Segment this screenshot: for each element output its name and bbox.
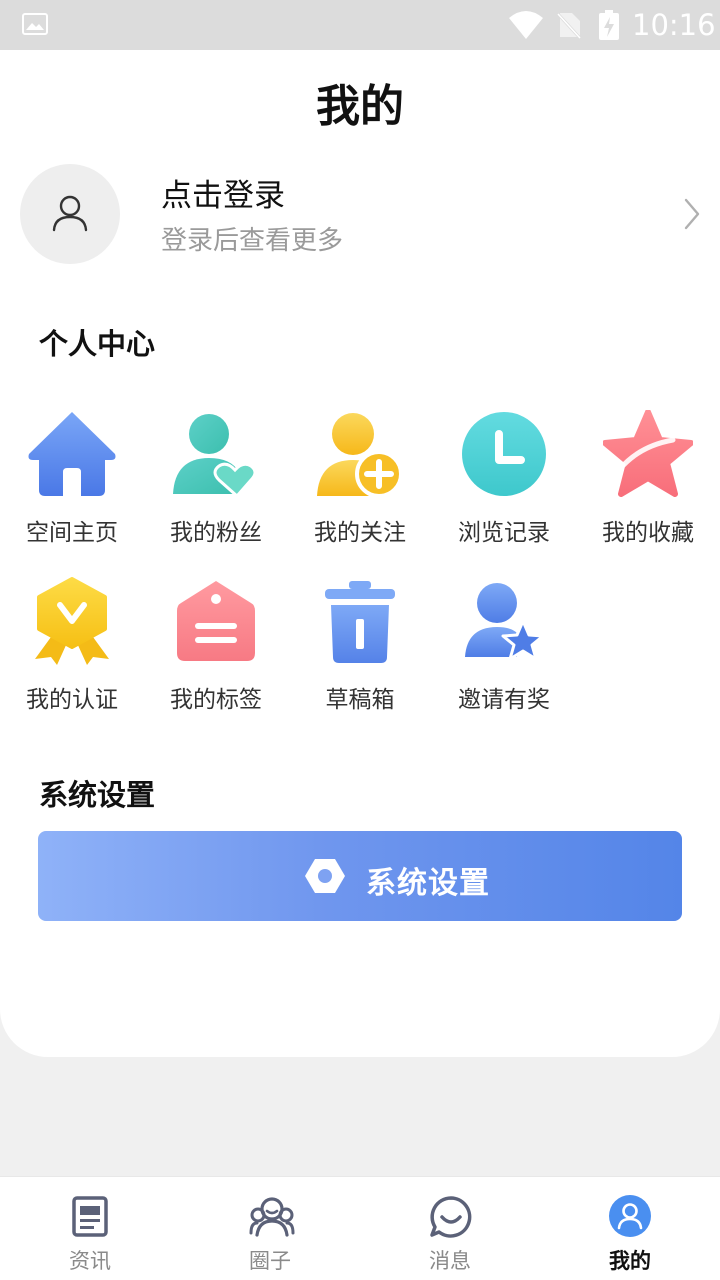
system-settings-button[interactable]: 系统设置 xyxy=(38,831,682,921)
grid-item-follow[interactable]: 我的关注 xyxy=(288,410,432,560)
nav-label: 资讯 xyxy=(69,1249,111,1273)
status-time: 10:16 xyxy=(632,8,716,42)
nav-label: 我的 xyxy=(609,1249,651,1273)
trash-icon xyxy=(325,581,395,663)
grid-item-invite[interactable]: 邀请有奖 xyxy=(432,577,576,727)
grid-label: 我的认证 xyxy=(26,687,118,713)
no-sim-icon xyxy=(556,12,582,39)
grid-label: 我的关注 xyxy=(314,520,406,546)
chevron-right-icon xyxy=(684,198,700,230)
message-icon xyxy=(430,1196,472,1238)
nav-tab-circle[interactable]: 圈子 xyxy=(180,1177,360,1280)
grid-label: 我的收藏 xyxy=(602,520,694,546)
nav-tab-news[interactable]: 资讯 xyxy=(0,1177,180,1280)
nav-label: 圈子 xyxy=(249,1249,291,1273)
user-icon xyxy=(52,195,88,232)
grid-label: 空间主页 xyxy=(26,520,118,546)
star-icon xyxy=(603,410,693,497)
grid-item-fans[interactable]: 我的粉丝 xyxy=(144,410,288,560)
clock-icon xyxy=(462,412,546,496)
grid-label: 我的标签 xyxy=(170,687,262,713)
bottom-nav: 资讯 圈子 消息 我的 xyxy=(0,1176,720,1280)
section-title-system: 系统设置 xyxy=(39,778,156,812)
grid-item-favorites[interactable]: 我的收藏 xyxy=(576,410,720,560)
grid-item-tags[interactable]: 我的标签 xyxy=(144,577,288,727)
login-title: 点击登录 xyxy=(161,178,285,214)
profile-icon xyxy=(609,1195,651,1237)
wifi-icon xyxy=(509,11,543,39)
login-subtitle: 登录后查看更多 xyxy=(161,226,344,256)
grid-item-certification[interactable]: 我的认证 xyxy=(0,577,144,727)
battery-charging-icon xyxy=(599,10,619,40)
invite-icon xyxy=(465,583,545,661)
avatar[interactable] xyxy=(20,164,120,264)
home-icon xyxy=(28,412,116,496)
status-bar: 10:16 xyxy=(0,0,720,50)
tag-icon xyxy=(177,581,255,661)
system-settings-label: 系统设置 xyxy=(366,866,490,901)
hexagon-nut-icon xyxy=(305,859,345,893)
nav-tab-mine[interactable]: 我的 xyxy=(540,1177,720,1280)
group-icon xyxy=(249,1197,295,1237)
grid-item-history[interactable]: 浏览记录 xyxy=(432,410,576,560)
page-title: 我的 xyxy=(316,81,404,132)
follow-icon xyxy=(317,413,403,498)
grid-item-drafts[interactable]: 草稿箱 xyxy=(288,577,432,727)
grid-item-space-home[interactable]: 空间主页 xyxy=(0,410,144,560)
badge-icon xyxy=(35,577,109,665)
section-title-personal: 个人中心 xyxy=(39,327,156,361)
grid-label: 浏览记录 xyxy=(458,520,550,546)
login-row[interactable]: 点击登录 登录后查看更多 xyxy=(0,162,720,266)
grid-label: 草稿箱 xyxy=(325,687,395,713)
nav-label: 消息 xyxy=(429,1249,471,1273)
fans-icon xyxy=(173,414,257,499)
grid-label: 我的粉丝 xyxy=(170,520,262,546)
grid-label: 邀请有奖 xyxy=(458,687,550,713)
nav-tab-messages[interactable]: 消息 xyxy=(360,1177,540,1280)
news-icon xyxy=(72,1196,108,1237)
image-notification-icon xyxy=(22,13,48,35)
